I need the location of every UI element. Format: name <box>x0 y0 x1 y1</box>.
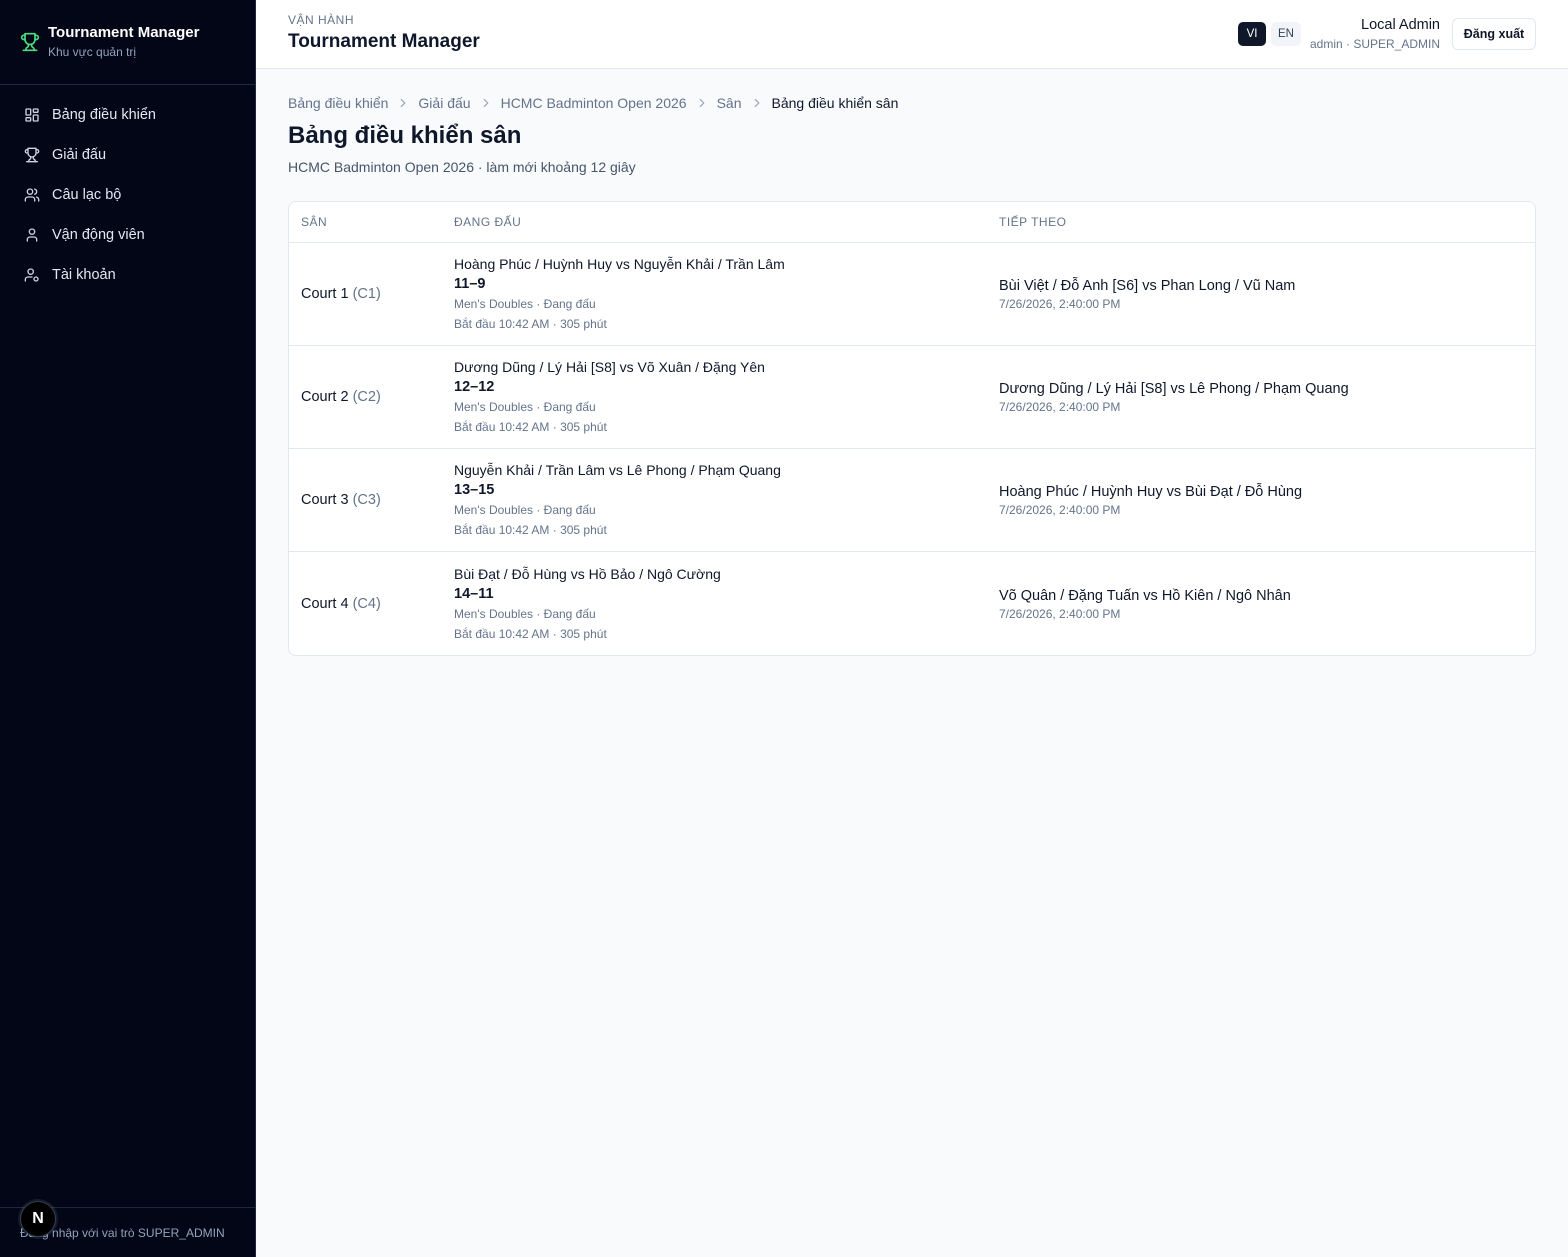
lang-en-button[interactable]: EN <box>1271 22 1301 46</box>
match-event: Men's Doubles · Đang đấu <box>454 297 596 311</box>
table-row[interactable]: Court 4 (C4) Bùi Đạt / Đỗ Hùng vs Hồ Bảo… <box>289 552 1535 655</box>
sidebar: Tournament Manager Khu vực quản trị Bảng… <box>0 0 256 1257</box>
court-code: (C2) <box>352 389 381 405</box>
chevron-right-icon <box>754 98 760 108</box>
lang-vi-button[interactable]: VI <box>1238 22 1266 46</box>
next-match-cell: Dương Dũng / Lý Hải [S8] vs Lê Phong / P… <box>999 379 1535 415</box>
next-match-cell: Bùi Việt / Đỗ Anh [S6] vs Phan Long / Vũ… <box>999 276 1535 312</box>
users-icon <box>24 188 40 202</box>
court-code: (C3) <box>352 492 381 508</box>
match-start: Bắt đầu 10:42 AM · 305 phút <box>454 626 607 641</box>
header-next: TIẾP THEO <box>999 215 1067 229</box>
brand-title: Tournament Manager <box>48 24 200 41</box>
court-name: Court 3 <box>301 492 349 508</box>
court-name: Court 1 <box>301 286 349 302</box>
match-players: Dương Dũng / Lý Hải [S8] vs Võ Xuân / Đặ… <box>454 359 765 375</box>
match-start: Bắt đầu 10:42 AM · 305 phút <box>454 317 607 331</box>
match-score: 13–15 <box>454 482 495 498</box>
next-match-cell: Võ Quân / Đặng Tuấn vs Hồ Kiên / Ngô Nhâ… <box>999 586 1535 622</box>
user-role: admin · SUPER_ADMIN <box>1309 37 1440 51</box>
court-cell: Court 2 (C2) <box>289 389 454 405</box>
dev-badge[interactable]: N <box>20 1201 56 1237</box>
topbar: VẬN HÀNH Tournament Manager VI EN Local … <box>256 0 1568 69</box>
sidebar-item-label: Bảng điều khiển <box>52 107 156 123</box>
sidebar-item-label: Câu lạc bộ <box>52 187 122 203</box>
chevron-right-icon <box>401 98 406 108</box>
court-cell: Court 3 (C3) <box>289 492 454 508</box>
section-kicker: VẬN HÀNH <box>288 13 355 27</box>
court-cell: Court 1 (C1) <box>289 286 454 302</box>
breadcrumb-courts[interactable]: Sân <box>717 95 742 111</box>
next-players: Hoàng Phúc / Huỳnh Huy vs Bùi Đạt / Đỗ H… <box>999 484 1303 500</box>
table-row[interactable]: Court 1 (C1) Hoàng Phúc / Huỳnh Huy vs N… <box>289 243 1535 346</box>
sidebar-item-accounts[interactable]: Tài khoản <box>0 255 255 295</box>
live-match-cell: Bùi Đạt / Đỗ Hùng vs Hồ Bảo / Ngô Cường … <box>454 564 999 644</box>
header-live: ĐANG ĐẤU <box>454 215 522 229</box>
brand[interactable]: Tournament Manager Khu vực quản trị <box>0 0 255 85</box>
court-code: (C4) <box>352 595 381 612</box>
match-start: Bắt đầu 10:42 AM · 305 phút <box>454 523 607 537</box>
match-score: 12–12 <box>454 379 495 395</box>
sidebar-item-clubs[interactable]: Câu lạc bộ <box>0 175 255 215</box>
match-players: Hoàng Phúc / Huỳnh Huy vs Nguyễn Khải / … <box>454 256 785 272</box>
sidebar-nav: Bảng điều khiển Giải đấu Câu lạc bộ Vận … <box>0 85 255 295</box>
court-table: SÂN ĐANG ĐẤU TIẾP THEO Court 1 (C1) Hoàn… <box>288 201 1536 656</box>
court-name: Court 2 <box>301 389 349 405</box>
user-icon <box>26 228 38 242</box>
next-time: 7/26/2026, 2:40:00 PM <box>999 503 1121 517</box>
live-match-cell: Dương Dũng / Lý Hải [S8] vs Võ Xuân / Đặ… <box>454 357 999 437</box>
sidebar-item-label: Vận động viên <box>52 227 145 243</box>
header-court: SÂN <box>301 215 328 229</box>
chevron-right-icon <box>483 98 489 108</box>
next-time: 7/26/2026, 2:40:00 PM <box>999 400 1121 414</box>
match-event: Men's Doubles · Đang đấu <box>454 400 596 414</box>
breadcrumb: Bảng điều khiển Giải đấu HCMC Badminton … <box>288 95 898 111</box>
next-match-cell: Hoàng Phúc / Huỳnh Huy vs Bùi Đạt / Đỗ H… <box>999 482 1535 518</box>
breadcrumb-dashboard[interactable]: Bảng điều khiển <box>288 95 388 111</box>
sidebar-item-dashboard[interactable]: Bảng điều khiển <box>0 95 255 135</box>
match-start: Bắt đầu 10:42 AM · 305 phút <box>454 420 607 434</box>
sidebar-item-label: Tài khoản <box>52 267 116 283</box>
sidebar-item-label: Giải đấu <box>52 147 107 163</box>
chevron-right-icon <box>699 98 705 108</box>
page-title: Bảng điều khiển sân <box>288 122 522 149</box>
app-title: Tournament Manager <box>288 31 480 52</box>
next-players: Võ Quân / Đặng Tuấn vs Hồ Kiên / Ngô Nhâ… <box>999 587 1291 604</box>
match-score: 11–9 <box>454 276 486 292</box>
page-subtitle: HCMC Badminton Open 2026 · làm mới khoản… <box>288 159 636 175</box>
match-event: Men's Doubles · Đang đấu <box>454 606 596 621</box>
table-row[interactable]: Court 3 (C3) Nguyễn Khải / Trần Lâm vs L… <box>289 449 1535 552</box>
trophy-icon <box>20 32 40 52</box>
table-row[interactable]: Court 2 (C2) Dương Dũng / Lý Hải [S8] vs… <box>289 346 1535 449</box>
sidebar-item-athletes[interactable]: Vận động viên <box>0 215 255 255</box>
sidebar-item-tournaments[interactable]: Giải đấu <box>0 135 255 175</box>
match-event: Men's Doubles · Đang đấu <box>454 503 596 517</box>
breadcrumb-tournament[interactable]: HCMC Badminton Open 2026 <box>501 95 687 111</box>
court-name: Court 4 <box>301 595 349 612</box>
match-players: Nguyễn Khải / Trần Lâm vs Lê Phong / Phạ… <box>454 462 781 478</box>
next-time: 7/26/2026, 2:40:00 PM <box>999 606 1121 621</box>
breadcrumb-tournaments[interactable]: Giải đấu <box>418 95 470 111</box>
breadcrumb-current: Bảng điều khiển sân <box>771 95 899 111</box>
user-cog-icon <box>24 268 39 282</box>
next-players: Bùi Việt / Đỗ Anh [S6] vs Phan Long / Vũ… <box>999 278 1296 294</box>
dashboard-icon <box>25 108 39 122</box>
court-code: (C1) <box>352 286 381 302</box>
court-cell: Court 4 (C4) <box>289 596 454 612</box>
live-match-cell: Nguyễn Khải / Trần Lâm vs Lê Phong / Phạ… <box>454 460 999 540</box>
brand-subtitle: Khu vực quản trị <box>48 45 137 59</box>
match-score: 14–11 <box>454 585 494 602</box>
next-players: Dương Dũng / Lý Hải [S8] vs Lê Phong / P… <box>999 381 1349 397</box>
next-time: 7/26/2026, 2:40:00 PM <box>999 297 1121 311</box>
table-header: SÂN ĐANG ĐẤU TIẾP THEO <box>289 202 1535 243</box>
match-players: Bùi Đạt / Đỗ Hùng vs Hồ Bảo / Ngô Cường <box>454 565 721 582</box>
live-match-cell: Hoàng Phúc / Huỳnh Huy vs Nguyễn Khải / … <box>454 254 999 334</box>
trophy-icon <box>24 147 40 163</box>
logout-button[interactable]: Đăng xuất <box>1452 18 1536 50</box>
user-name: Local Admin <box>1361 17 1440 33</box>
